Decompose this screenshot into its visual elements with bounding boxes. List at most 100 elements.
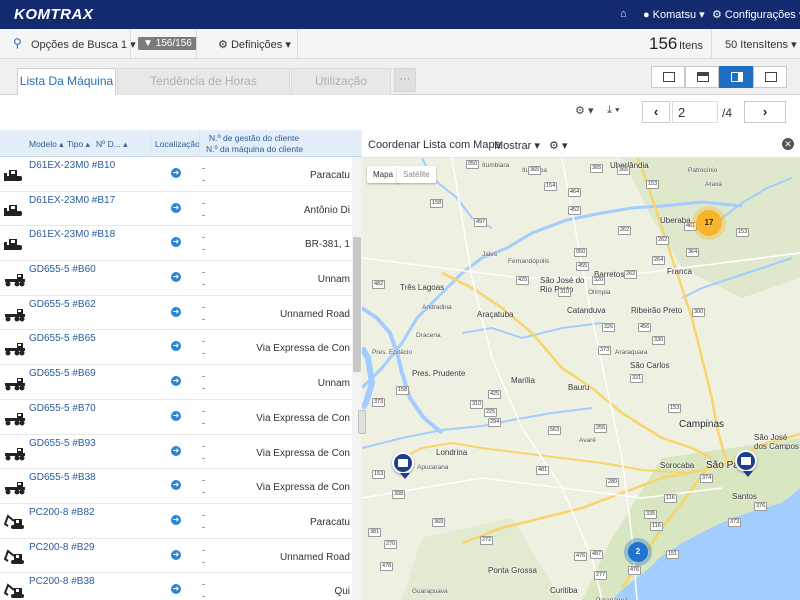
- model-link[interactable]: GD655-5 #B62: [29, 299, 96, 310]
- machine-location-pin[interactable]: [392, 452, 414, 479]
- road-number-marker: 478: [380, 562, 394, 571]
- model-link[interactable]: GD655-5 #B38: [29, 472, 96, 483]
- machine-location-pin[interactable]: [735, 450, 757, 477]
- table-row[interactable]: D61EX-23M0 #B18 ➜ - - BR-381, 1: [0, 226, 352, 262]
- next-page-button[interactable]: ›: [744, 101, 786, 123]
- road-number-marker: 116: [650, 522, 663, 531]
- locate-icon[interactable]: ➜: [171, 514, 181, 525]
- locate-icon[interactable]: ➜: [171, 202, 181, 213]
- view-map-only-button[interactable]: [651, 66, 685, 88]
- table-row[interactable]: GD655-5 #B70 ➜ - - Via Expressa de Con: [0, 399, 352, 435]
- table-row[interactable]: GD655-5 #B69 ➜ - - Unnam: [0, 365, 352, 400]
- column-header-location[interactable]: Localização: [155, 139, 200, 149]
- coordinate-list-with-map-label[interactable]: Coordenar Lista com Mapa: [368, 139, 501, 151]
- table-row[interactable]: PC200-8 #B29 ➜ - - Unnamed Road: [0, 538, 352, 574]
- view-split-horizontal-button[interactable]: [685, 66, 719, 88]
- list-scrollbar-thumb[interactable]: [353, 237, 361, 372]
- locate-icon[interactable]: ➜: [171, 272, 181, 283]
- home-icon[interactable]: ⌂: [620, 8, 627, 20]
- panel-splitter-handle[interactable]: [358, 410, 366, 434]
- user-menu[interactable]: ● Komatsu ▾: [643, 8, 705, 21]
- model-link[interactable]: GD655-5 #B60: [29, 264, 96, 275]
- list-scrollbar[interactable]: [352, 157, 362, 600]
- road-number-marker: 376: [754, 502, 768, 511]
- model-link[interactable]: D61EX-23M0 #B18: [29, 229, 115, 240]
- road-number-marker: 277: [594, 571, 608, 580]
- map-place-label: Bauru: [568, 383, 590, 392]
- prev-page-button[interactable]: ‹: [642, 101, 670, 123]
- address-text: Unnam: [317, 378, 350, 390]
- locate-icon[interactable]: ➜: [171, 341, 181, 352]
- model-link[interactable]: D61EX-23M0 #B17: [29, 195, 115, 206]
- road-number-marker: 255: [594, 424, 608, 433]
- definitions-dropdown[interactable]: ⚙ Definições ▾: [218, 38, 291, 51]
- divider: [196, 29, 197, 59]
- model-link[interactable]: GD655-5 #B93: [29, 438, 96, 449]
- customer-mgmt-value: -: [202, 405, 205, 416]
- road-number-marker: 464: [568, 188, 582, 197]
- customer-mgmt-value: -: [202, 440, 205, 451]
- column-header-number[interactable]: Nº D... ▴: [96, 139, 127, 150]
- locate-icon[interactable]: ➜: [171, 237, 181, 248]
- show-dropdown[interactable]: Mostrar ▾: [494, 139, 540, 152]
- map-type-map-button[interactable]: Mapa: [367, 166, 400, 183]
- filter-badge[interactable]: ▼ 156/156: [138, 37, 197, 50]
- table-row[interactable]: PC200-8 #B82 ➜ - - Paracatu: [0, 503, 352, 539]
- tab-more-button[interactable]: ···: [394, 68, 416, 92]
- tab-worked-hours-trend[interactable]: Tendência de Horas Trabalhadas: [117, 68, 290, 113]
- komtrax-logo[interactable]: KOMTRAX: [14, 6, 93, 23]
- map-place-label: Franca: [667, 267, 692, 276]
- search-icon[interactable]: ⚲: [13, 36, 22, 50]
- locate-icon[interactable]: ➜: [171, 549, 181, 560]
- table-row[interactable]: GD655-5 #B62 ➜ - - Unnamed Road: [0, 295, 352, 331]
- table-row[interactable]: GD655-5 #B38 ➜ - - Via Expressa de Con: [0, 469, 352, 504]
- locate-icon[interactable]: ➜: [171, 168, 181, 178]
- model-link[interactable]: PC200-8 #B29: [29, 542, 95, 553]
- table-row[interactable]: D61EX-23M0 #B10 ➜ - - Paracatu: [0, 157, 352, 192]
- view-list-only-button[interactable]: [753, 66, 787, 88]
- model-link[interactable]: D61EX-23M0 #B10: [29, 160, 115, 171]
- settings-menu[interactable]: ⚙Configurações ▾: [712, 8, 800, 21]
- locate-icon[interactable]: ➜: [171, 445, 181, 456]
- locate-icon[interactable]: ➜: [171, 584, 181, 595]
- view-split-vertical-button[interactable]: [719, 66, 753, 88]
- download-button[interactable]: ⤓ ▾: [607, 104, 620, 117]
- table-row[interactable]: D61EX-23M0 #B17 ➜ - - Antônio Di: [0, 191, 352, 227]
- customer-machine-value: -: [202, 452, 205, 463]
- map-type-satellite-button[interactable]: Satélite: [397, 166, 436, 183]
- table-row[interactable]: GD655-5 #B60 ➜ - - Unnam: [0, 261, 352, 296]
- tab-utilization[interactable]: Utilização: [291, 68, 391, 95]
- map-view[interactable]: Mapa Satélite UberlândiaPatrocínioAraxáU…: [362, 158, 800, 600]
- locate-icon[interactable]: ➜: [171, 376, 181, 387]
- locate-icon[interactable]: ➜: [171, 410, 181, 421]
- column-header-customer-mgmt[interactable]: N.º de gestão do cliente: [209, 133, 299, 143]
- settings-label: Configurações: [724, 9, 796, 21]
- search-options-dropdown[interactable]: Opções de Busca 1 ▾: [31, 38, 136, 51]
- road-number-marker: 326: [602, 323, 616, 332]
- road-number-marker: 270: [384, 540, 398, 549]
- column-header-customer-machine[interactable]: N.º da máquina do cliente: [206, 144, 303, 154]
- column-header-type[interactable]: Tipo ▴: [67, 139, 90, 150]
- model-link[interactable]: GD655-5 #B69: [29, 368, 96, 379]
- model-link[interactable]: PC200-8 #B38: [29, 576, 95, 587]
- tab-machine-list[interactable]: Lista Da Máquina: [17, 68, 116, 96]
- map-settings-button[interactable]: ⚙ ▾: [549, 139, 567, 152]
- model-link[interactable]: GD655-5 #B70: [29, 403, 96, 414]
- page-number-input[interactable]: [672, 101, 718, 123]
- close-map-button[interactable]: ✕: [782, 138, 794, 150]
- per-page-dropdown[interactable]: 50 ItensItens ▾: [725, 38, 797, 51]
- table-row[interactable]: GD655-5 #B65 ➜ - - Via Expressa de Con: [0, 330, 352, 366]
- table-settings-button[interactable]: ⚙ ▾: [575, 104, 593, 117]
- caret-down-icon: ▾: [561, 140, 568, 152]
- model-link[interactable]: PC200-8 #B82: [29, 507, 95, 518]
- road-number-marker: 272: [480, 536, 494, 545]
- locate-icon[interactable]: ➜: [171, 306, 181, 317]
- table-row[interactable]: GD655-5 #B93 ➜ - - Via Expressa de Con: [0, 434, 352, 470]
- map-cluster-marker[interactable]: 17: [696, 210, 722, 236]
- table-row[interactable]: PC200-8 #B38 ➜ - - Qui: [0, 573, 352, 600]
- model-link[interactable]: GD655-5 #B65: [29, 333, 96, 344]
- customer-mgmt-value: -: [202, 301, 205, 312]
- map-cluster-marker[interactable]: 2: [628, 542, 648, 562]
- column-header-model[interactable]: Modelo ▴: [29, 139, 64, 150]
- locate-icon[interactable]: ➜: [171, 480, 181, 491]
